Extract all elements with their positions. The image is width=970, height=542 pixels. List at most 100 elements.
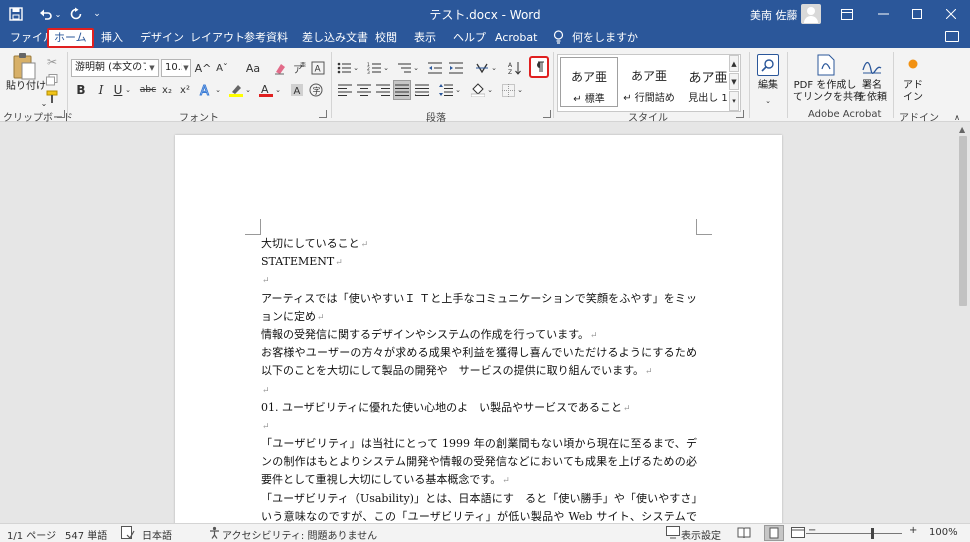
- editing-dropdown-icon[interactable]: ⌄: [764, 92, 772, 110]
- document-line[interactable]: 情報の受発信に関するデザインやシステムの作成を行っています。↵: [261, 326, 697, 344]
- tab-insert[interactable]: 挿入: [101, 30, 123, 48]
- borders-icon[interactable]: [500, 81, 516, 99]
- highlight-dropdown-icon[interactable]: ⌄: [244, 81, 252, 99]
- document-line[interactable]: アーティスでは「使いやすいＩ Ｔと上手なコミュニケーションで笑顔をふやす」をミッ…: [261, 290, 697, 308]
- change-case-button[interactable]: Aa: [244, 59, 262, 77]
- scroll-up-icon[interactable]: ▲: [959, 125, 965, 134]
- multilevel-list-icon[interactable]: [396, 59, 412, 77]
- font-size-dropdown-icon[interactable]: ▼: [182, 60, 190, 76]
- cut-icon[interactable]: ✂: [45, 53, 59, 71]
- document-line[interactable]: 要件として重視し大切にしている基本概念です。↵: [261, 471, 697, 489]
- vertical-scrollbar[interactable]: ▲: [956, 122, 970, 523]
- bullets-icon[interactable]: [336, 59, 352, 77]
- font-name-dropdown-icon[interactable]: ▼: [146, 60, 158, 76]
- display-settings-icon[interactable]: [666, 526, 680, 542]
- editing-label[interactable]: 編集: [752, 80, 784, 92]
- shrink-font-button[interactable]: Aˇ: [214, 59, 230, 77]
- close-icon[interactable]: [934, 0, 968, 28]
- align-center-icon[interactable]: [356, 81, 372, 99]
- create-pdf-share-label-2[interactable]: てリンクを共有: [793, 92, 863, 104]
- paragraph-dialog-launcher-icon[interactable]: [543, 110, 551, 118]
- tab-help[interactable]: ヘルプ: [453, 30, 486, 48]
- clipboard-dialog-launcher-icon[interactable]: [57, 110, 65, 118]
- italic-button[interactable]: I: [94, 81, 108, 99]
- document-line[interactable]: 大切にしていること↵: [261, 235, 697, 253]
- style-standard[interactable]: あア亜 ↵ 標準: [560, 57, 618, 107]
- font-size-combo[interactable]: 10.5 ▼: [161, 59, 191, 77]
- word-count[interactable]: 547 単語: [65, 527, 107, 542]
- character-border-icon[interactable]: A: [311, 59, 325, 77]
- styles-scroll-up-icon[interactable]: ▲: [729, 55, 739, 72]
- strikethrough-button[interactable]: abc: [139, 81, 157, 99]
- create-pdf-share-label-1[interactable]: PDF を作成し: [793, 80, 857, 92]
- search-icon[interactable]: [757, 54, 779, 76]
- copy-icon[interactable]: [45, 71, 59, 89]
- font-name-combo[interactable]: 游明朝 (本文のフォ ▼: [71, 59, 159, 77]
- tab-design[interactable]: デザイン: [140, 30, 184, 48]
- align-right-icon[interactable]: [375, 81, 391, 99]
- user-name[interactable]: 美南 佐藤: [750, 7, 798, 23]
- shading-icon[interactable]: [470, 81, 486, 99]
- show-hide-formatting-button[interactable]: [529, 56, 549, 78]
- distributed-icon[interactable]: [414, 81, 430, 99]
- request-signature-label-1[interactable]: 署名: [856, 80, 888, 92]
- ribbon-display-options-icon[interactable]: [830, 0, 864, 28]
- tab-references[interactable]: 参考資料: [244, 30, 288, 48]
- text-effects-icon[interactable]: A: [198, 81, 214, 99]
- display-settings[interactable]: 表示設定: [681, 527, 721, 542]
- borders-dropdown-icon[interactable]: ⌄: [516, 81, 524, 99]
- proofing-icon[interactable]: [121, 526, 135, 542]
- line-spacing-icon[interactable]: [438, 81, 454, 99]
- scrollbar-thumb[interactable]: [959, 136, 967, 306]
- create-pdf-share-icon[interactable]: [815, 54, 837, 76]
- sort-icon[interactable]: AZ: [507, 59, 523, 77]
- document-line[interactable]: ョンに定め↵: [261, 308, 697, 326]
- request-signature-icon[interactable]: [861, 54, 883, 76]
- multilevel-dropdown-icon[interactable]: ⌄: [412, 59, 420, 77]
- document-line[interactable]: ↵: [261, 381, 697, 399]
- avatar[interactable]: [801, 4, 821, 24]
- clear-formatting-icon[interactable]: [272, 59, 288, 77]
- document-body[interactable]: 大切にしていること↵ STATEMENT↵ ↵ アーティスでは「使いやすいＩ Ｔと上手…: [261, 235, 697, 523]
- add-ins-label-1[interactable]: アド: [898, 80, 928, 92]
- document-line[interactable]: 以下のことを大切にして製品の開発や サービスの提供に取り組んでいます。↵: [261, 362, 697, 380]
- accessibility-status[interactable]: アクセシビリティ: 問題ありません: [222, 527, 377, 542]
- increase-indent-icon[interactable]: [448, 59, 464, 77]
- asian-layout-dropdown-icon[interactable]: ⌄: [490, 59, 498, 77]
- zoom-slider-thumb[interactable]: [871, 528, 874, 539]
- read-mode-icon[interactable]: [737, 526, 751, 542]
- document-line[interactable]: ↵: [261, 271, 697, 289]
- tab-review[interactable]: 校閲: [375, 30, 397, 48]
- enclose-characters-icon[interactable]: 字: [309, 81, 323, 99]
- comment-icon[interactable]: [945, 31, 959, 42]
- text-effects-dropdown-icon[interactable]: ⌄: [214, 81, 222, 99]
- numbering-icon[interactable]: 123: [366, 59, 382, 77]
- paste-label[interactable]: 貼り付け: [6, 81, 46, 93]
- shading-dropdown-icon[interactable]: ⌄: [486, 81, 494, 99]
- bullets-dropdown-icon[interactable]: ⌄: [352, 59, 360, 77]
- superscript-button[interactable]: x²: [178, 81, 192, 99]
- format-painter-icon[interactable]: [45, 88, 59, 106]
- zoom-slider[interactable]: [806, 533, 902, 534]
- align-left-icon[interactable]: [337, 81, 353, 99]
- request-signature-label-2[interactable]: を依頼: [854, 92, 890, 104]
- styles-scroll-down-icon[interactable]: ▼: [729, 73, 739, 90]
- styles-more-icon[interactable]: ▾: [729, 91, 739, 111]
- style-no-spacing[interactable]: あア亜 ↵ 行間詰め: [620, 57, 678, 107]
- document-line[interactable]: ↵: [261, 417, 697, 435]
- document-line[interactable]: STATEMENT↵: [261, 253, 697, 271]
- minimize-icon[interactable]: [866, 0, 900, 28]
- numbering-dropdown-icon[interactable]: ⌄: [382, 59, 390, 77]
- asian-layout-icon[interactable]: [474, 59, 490, 77]
- font-color-icon[interactable]: A: [258, 81, 274, 99]
- underline-dropdown-icon[interactable]: ⌄: [124, 81, 132, 99]
- language[interactable]: 日本語: [142, 527, 172, 542]
- phonetic-guide-icon[interactable]: ア亜: [292, 59, 306, 77]
- maximize-icon[interactable]: [900, 0, 934, 28]
- tab-home[interactable]: ホーム: [47, 28, 94, 48]
- bold-button[interactable]: B: [74, 81, 88, 99]
- grow-font-button[interactable]: A^: [195, 59, 212, 77]
- line-spacing-dropdown-icon[interactable]: ⌄: [454, 81, 462, 99]
- character-shading-icon[interactable]: A: [290, 81, 304, 99]
- tab-acrobat[interactable]: Acrobat: [495, 30, 537, 48]
